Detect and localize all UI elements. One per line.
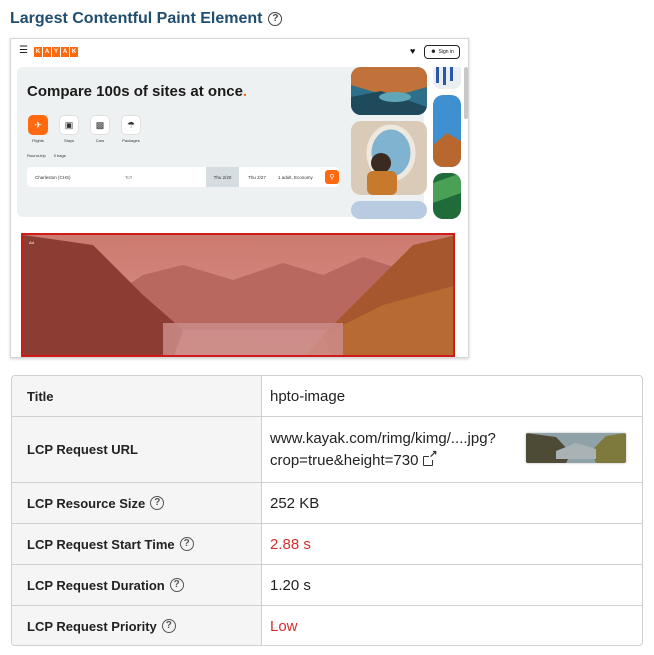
row-label: LCP Request URL [12, 417, 262, 482]
plane-icon: ✈ [28, 115, 48, 135]
sign-in-button: ☻ Sign in [424, 45, 460, 59]
site-header: ☰ KAYAK ♥ ☻ Sign in [11, 39, 468, 65]
row-label: LCP Request Duration? [12, 565, 262, 605]
help-icon[interactable]: ? [169, 578, 184, 592]
row-label: LCP Request Priority? [12, 606, 262, 645]
lcp-element-heading: Largest Contentful Paint Element ? [10, 10, 283, 28]
umbrella-icon: ☂ [121, 115, 141, 135]
menu-icon: ☰ [19, 45, 28, 56]
help-icon[interactable]: ? [161, 619, 176, 633]
collage-photo-canyon [351, 67, 427, 115]
row-label: LCP Resource Size? [12, 483, 262, 523]
vertical-cars: ▩ Cars [89, 115, 111, 143]
lcp-details-table: Title hpto-image LCP Request URL www.kay… [11, 375, 643, 646]
request-url-link[interactable]: www.kayak.com/rimg/kimg/....jpg? crop=tr… [270, 428, 496, 472]
search-icon: ⚲ [325, 170, 339, 184]
help-icon[interactable]: ? [179, 537, 194, 551]
table-row-duration: LCP Request Duration? 1.20 s [12, 565, 642, 606]
destination-field: To? [125, 174, 133, 180]
hero-title: Compare 100s of sites at once. [27, 83, 248, 100]
table-row-start-time: LCP Request Start Time? 2.88 s [12, 524, 642, 565]
row-value: 252 KB [270, 494, 320, 512]
vertical-tabs: ✈ Flights ▣ Stays ▩ Cars ☂ Packages [27, 115, 142, 143]
lake-landscape-image [23, 235, 453, 355]
row-value: hpto-image [270, 387, 346, 405]
collage-photo-window [351, 121, 427, 195]
section-title: Largest Contentful Paint Element [10, 10, 263, 27]
collage-photo-coast [433, 95, 461, 167]
flight-search-bar: Charleston (CHS) To? Thu 2/20 Thu 2/27 1… [27, 167, 339, 187]
vertical-packages: ☂ Packages [120, 115, 142, 143]
travelers-field: 1 adult, Economy [278, 174, 313, 180]
row-label: LCP Request Start Time? [12, 524, 262, 564]
origin-field: Charleston (CHS) [35, 174, 71, 180]
heart-icon: ♥ [410, 46, 416, 56]
lcp-element-highlight: Ad [21, 233, 455, 357]
collage-photo-flags [433, 67, 461, 89]
help-icon[interactable]: ? [268, 12, 283, 26]
table-row-priority: LCP Request Priority? Low [12, 606, 642, 645]
table-row-request-url: LCP Request URL www.kayak.com/rimg/kimg/… [12, 417, 642, 483]
external-link-icon[interactable] [423, 449, 438, 466]
ad-tag: Ad [29, 240, 34, 245]
help-icon[interactable]: ? [150, 496, 165, 510]
bed-icon: ▣ [59, 115, 79, 135]
row-value: 2.88 s [270, 535, 311, 553]
vertical-stays: ▣ Stays [58, 115, 80, 143]
depart-date-field: Thu 2/20 [206, 167, 239, 187]
collage-photo-palm [433, 173, 461, 219]
lcp-page-screenshot: ☰ KAYAK ♥ ☻ Sign in Compare 100s of site… [10, 38, 469, 358]
kayak-logo: KAYAK [34, 47, 78, 57]
collage-photo-sky [351, 201, 427, 219]
row-label: Title [12, 376, 262, 416]
car-icon: ▩ [90, 115, 110, 135]
user-icon: ☻ [430, 49, 437, 55]
vertical-flights: ✈ Flights [27, 115, 49, 143]
table-row-title: Title hpto-image [12, 376, 642, 417]
row-value: 1.20 s [270, 576, 311, 594]
scrollbar [464, 67, 468, 119]
table-row-resource-size: LCP Resource Size? 252 KB [12, 483, 642, 524]
row-value: Low [270, 617, 298, 635]
resource-thumbnail[interactable] [526, 433, 626, 463]
return-date-field: Thu 2/27 [248, 174, 266, 180]
row-value: www.kayak.com/rimg/kimg/....jpg? crop=tr… [262, 417, 642, 482]
trip-options: Round-trip 0 bags [27, 153, 66, 158]
